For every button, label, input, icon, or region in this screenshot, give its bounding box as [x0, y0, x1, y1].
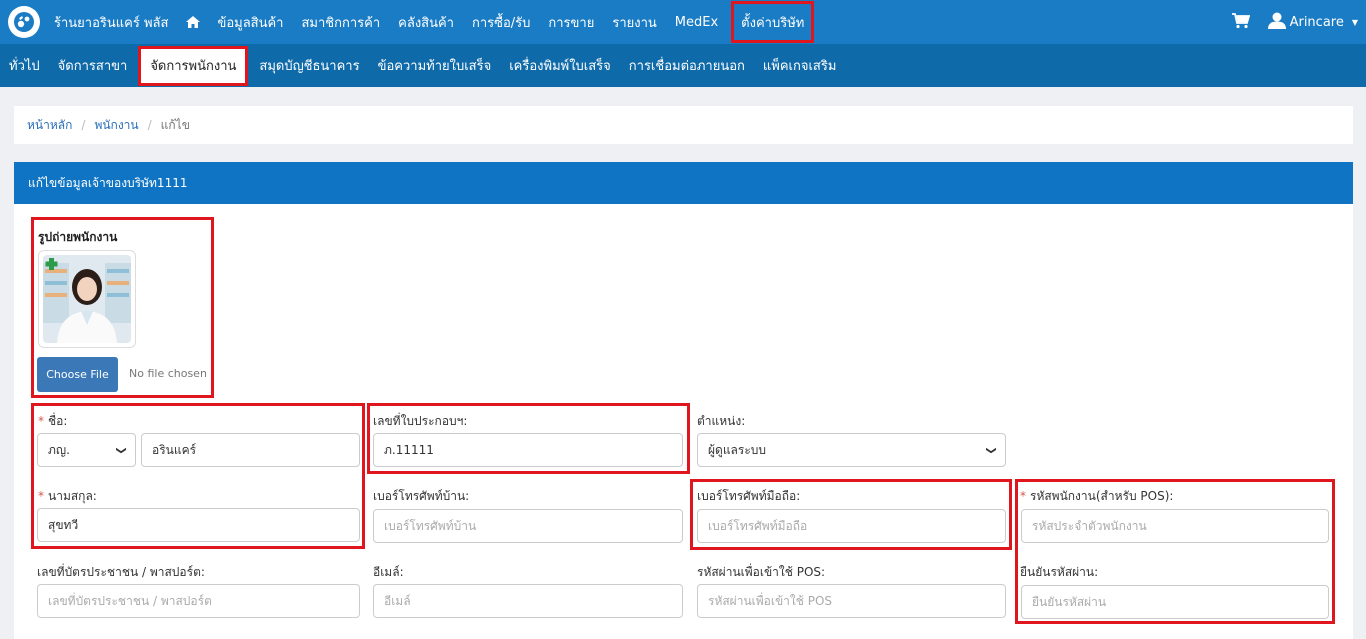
breadcrumb: หน้าหลัก / พนักงาน / แก้ไข: [14, 106, 1353, 144]
chevron-down-icon: ❯: [985, 445, 997, 455]
panel-title: แก้ไขข้อมูลเจ้าของบริษัท1111: [14, 162, 1353, 204]
last-name-input[interactable]: สุขทวี: [37, 508, 360, 542]
breadcrumb-separator: /: [147, 118, 152, 132]
license-label: เลขที่ใบประกอบฯ:: [373, 414, 468, 428]
email-input[interactable]: อีเมล์: [373, 584, 683, 618]
no-file-text: No file chosen: [129, 367, 207, 380]
subnav-employees[interactable]: จัดการพนักงาน: [138, 45, 249, 86]
breadcrumb-employees[interactable]: พนักงาน: [94, 116, 138, 135]
menu-purchasing[interactable]: การซื้อ/รับ: [463, 0, 539, 44]
menu-reports[interactable]: รายงาน: [603, 0, 665, 44]
subnav-bank-books[interactable]: สมุดบัญชีธนาคาร: [250, 44, 368, 87]
breadcrumb-home[interactable]: หน้าหลัก: [27, 116, 72, 135]
confirm-password-label: ยืนยันรหัสผ่าน:: [1020, 565, 1099, 579]
cart-icon[interactable]: [1231, 12, 1250, 32]
edit-employee-panel: แก้ไขข้อมูลเจ้าของบริษัท1111 รูปถ่ายพนัก…: [14, 162, 1353, 639]
prefix-select[interactable]: ภญ. ❯: [37, 433, 136, 467]
home-icon[interactable]: [178, 0, 208, 44]
choose-file-button[interactable]: Choose File: [37, 357, 118, 392]
pos-password-label: รหัสผ่านเพื่อเข้าใช้ POS:: [697, 565, 826, 579]
app-logo[interactable]: [8, 6, 40, 38]
subnav-integrations[interactable]: การเชื่อมต่อภายนอก: [620, 44, 754, 87]
user-icon: [1267, 12, 1286, 33]
user-menu[interactable]: Arincare ▼: [1267, 12, 1358, 33]
confirm-password-input[interactable]: ยืนยันรหัสผ่าน: [1021, 585, 1329, 619]
first-name-label: * ชื่อ:: [38, 414, 68, 428]
position-label: ตำแหน่ง:: [697, 414, 746, 428]
menu-company-settings[interactable]: ตั้งค่าบริษัท: [731, 1, 815, 43]
subnav-receipt-footer[interactable]: ข้อความท้ายใบเสร็จ: [369, 44, 501, 87]
home-phone-label: เบอร์โทรศัพท์บ้าน:: [373, 489, 470, 503]
menu-medex[interactable]: MedEx: [666, 0, 727, 44]
menu-sales[interactable]: การขาย: [539, 0, 603, 44]
pos-password-input[interactable]: รหัสผ่านเพื่อเข้าใช้ POS: [697, 584, 1006, 618]
breadcrumb-separator: /: [81, 118, 86, 132]
id-card-label: เลขที่บัตรประชาชน / พาสปอร์ต:: [37, 565, 205, 579]
employee-photo-image: [43, 255, 131, 343]
menu-inventory[interactable]: คลังสินค้า: [389, 0, 463, 44]
breadcrumb-current: แก้ไข: [160, 117, 190, 132]
id-card-input[interactable]: เลขที่บัตรประชาชน / พาสปอร์ต: [37, 584, 360, 618]
pos-code-input[interactable]: รหัสประจำตัวพนักงาน: [1021, 509, 1329, 543]
license-input[interactable]: ภ.11111: [373, 433, 683, 467]
subnav-addons[interactable]: แพ็คเกจเสริม: [754, 44, 846, 87]
subnav-general[interactable]: ทั่วไป: [0, 44, 49, 87]
photo-section: รูปถ่ายพนักงาน Choose File No file chose…: [31, 217, 214, 398]
pos-code-label: * รหัสพนักงาน(สำหรับ POS):: [1020, 489, 1174, 503]
email-label: อีเมล์:: [373, 565, 404, 579]
brand-name[interactable]: ร้านยาอรินแคร์ พลัส: [54, 12, 168, 33]
mobile-input[interactable]: เบอร์โทรศัพท์มือถือ: [697, 509, 1006, 543]
mobile-label: เบอร์โทรศัพท์มือถือ:: [697, 489, 801, 503]
top-navbar: ร้านยาอรินแคร์ พลัส ข้อมูลสินค้า สมาชิกก…: [0, 0, 1366, 44]
menu-members[interactable]: สมาชิกการค้า: [293, 0, 390, 44]
menu-products[interactable]: ข้อมูลสินค้า: [208, 0, 292, 44]
last-name-label: * นามสกุล:: [38, 489, 97, 503]
caret-down-icon: ▼: [1351, 17, 1358, 27]
chevron-down-icon: ❯: [115, 445, 127, 455]
first-name-input[interactable]: อรินแคร์: [141, 433, 360, 467]
position-select[interactable]: ผู้ดูแลระบบ ❯: [697, 433, 1006, 467]
logo-icon: [14, 12, 34, 32]
employee-photo: [38, 250, 136, 348]
settings-subnav: ทั่วไป จัดการสาขา จัดการพนักงาน สมุดบัญช…: [0, 44, 1366, 87]
home-phone-input[interactable]: เบอร์โทรศัพท์บ้าน: [373, 509, 683, 543]
user-name: Arincare: [1289, 14, 1344, 30]
main-menu: ข้อมูลสินค้า สมาชิกการค้า คลังสินค้า การ…: [178, 0, 815, 44]
subnav-branches[interactable]: จัดการสาขา: [49, 44, 137, 87]
photo-label: รูปถ่ายพนักงาน: [38, 230, 118, 244]
subnav-receipt-printer[interactable]: เครื่องพิมพ์ใบเสร็จ: [500, 44, 620, 87]
